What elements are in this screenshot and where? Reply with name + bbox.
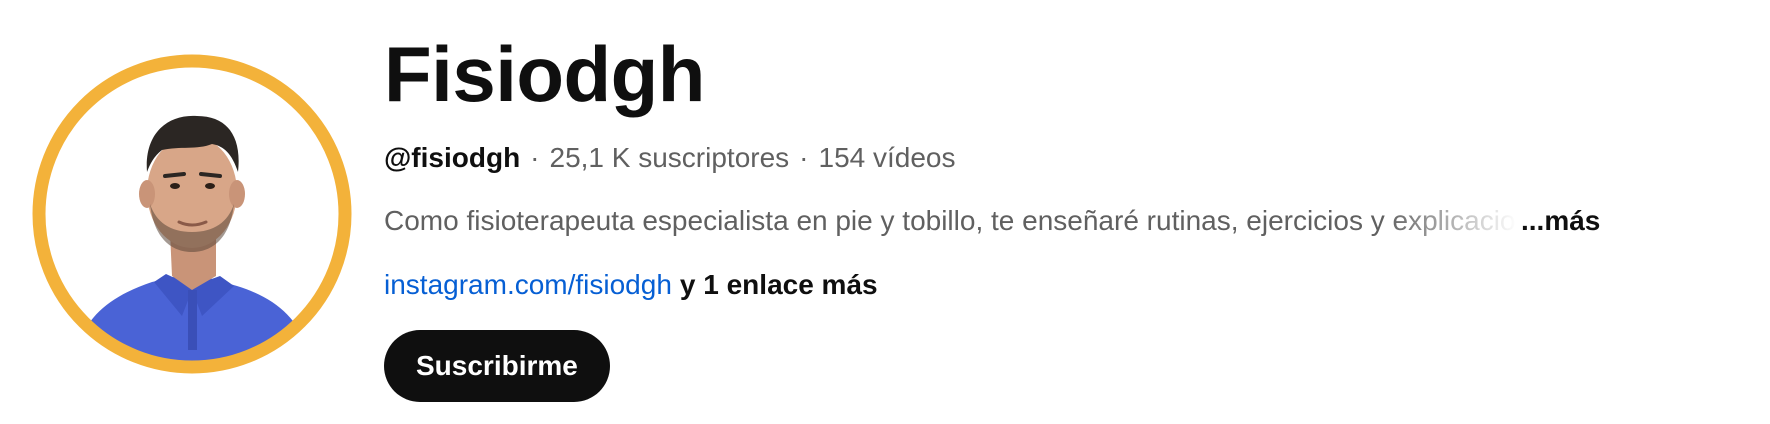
meta-separator: · [530,142,540,173]
channel-header: Fisiodgh @fisiodgh · 25,1 K suscriptores · 1… [0,0,1770,424]
channel-handle: @fisiodgh [384,142,521,173]
video-count: 154 vídeos [818,142,956,173]
channel-meta: @fisiodgh · 25,1 K suscriptores · 154 vídeos [384,140,1724,176]
channel-description[interactable]: Como fisioterapeuta especialista en pie … [384,203,1724,239]
channel-avatar[interactable] [32,54,352,374]
person-avatar-icon [32,54,352,374]
meta-separator: · [799,142,809,173]
description-text: Como fisioterapeuta especialista en pie … [384,205,1517,236]
subscriber-count: 25,1 K suscriptores [549,142,790,173]
more-links-button[interactable]: y 1 enlace más [680,269,878,300]
channel-info: Fisiodgh @fisiodgh · 25,1 K suscriptores · 1… [384,28,1724,402]
instagram-link[interactable]: instagram.com/fisiodgh [384,269,672,300]
description-more-button[interactable]: ...más [1521,203,1600,239]
channel-name: Fisiodgh [384,30,705,118]
channel-links: instagram.com/fisiodgh y 1 enlace más [384,267,1724,303]
subscribe-button[interactable]: Suscribirme [384,330,610,402]
